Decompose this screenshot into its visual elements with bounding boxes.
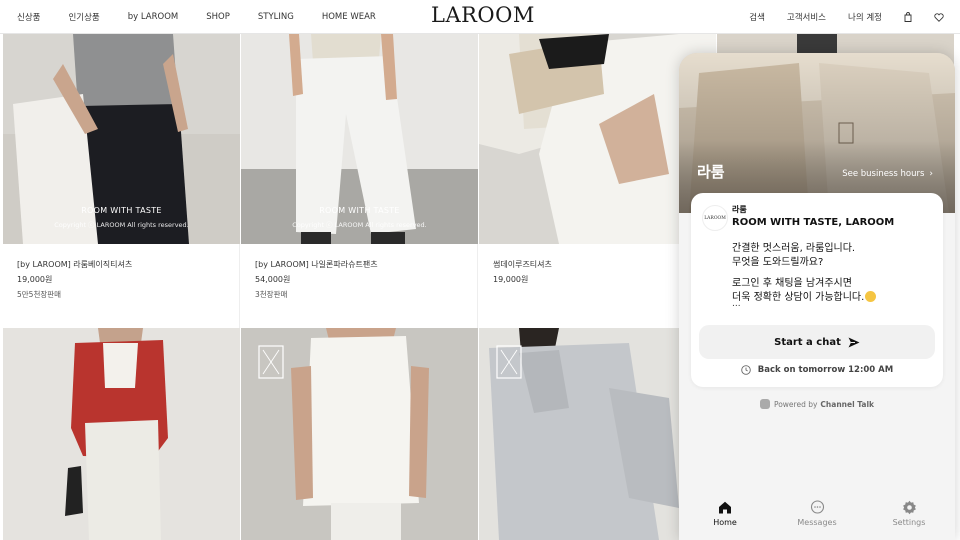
product-price: 19,000원 — [493, 275, 529, 284]
product-card[interactable] — [3, 328, 240, 540]
powered-by[interactable]: Powered by Channel Talk — [679, 399, 955, 409]
product-card[interactable] — [241, 328, 478, 540]
message-line: 로그인 후 채팅을 남겨주시면 — [732, 278, 852, 289]
channel-talk-logo-icon — [759, 399, 770, 409]
nav-search[interactable]: 검색 — [749, 11, 765, 23]
availability-notice: Back on tomorrow 12:00 AM — [691, 365, 943, 375]
watermark-title: ROOM WITH TASTE — [319, 206, 400, 215]
nav-customer-service[interactable]: 고객서비스 — [787, 11, 826, 23]
home-icon — [718, 499, 732, 515]
clock-icon — [741, 365, 751, 375]
message-line: 간결한 멋스러움, 라룸입니다. — [732, 243, 856, 254]
tab-settings[interactable]: Settings — [863, 499, 955, 540]
powered-brand: Channel Talk — [820, 399, 875, 409]
product-name[interactable]: [by LAROOM] 라룸베이직티셔츠 — [17, 259, 132, 270]
settings-icon — [902, 499, 917, 515]
message-line: 무엇을 도와드릴까요? — [732, 257, 824, 268]
nav-shop[interactable]: SHOP — [206, 12, 230, 22]
product-sold-count: 3천장판매 — [255, 290, 288, 299]
nav-by-laroom[interactable]: by LAROOM — [128, 12, 179, 22]
tab-messages[interactable]: Messages — [771, 499, 863, 540]
chevron-right-icon: › — [929, 169, 933, 179]
product-info: [by LAROOM] 라룸베이직티셔츠 19,000원 5만5천장판매 — [3, 244, 240, 328]
watermark-title: ROOM WITH TASTE — [81, 206, 162, 215]
product-name[interactable]: 썸데이루즈티셔츠 — [493, 259, 552, 270]
product-info: [by LAROOM] 나일론파라슈트팬츠 54,000원 3천장판매 — [241, 244, 478, 328]
message-line-with-emoji: 더욱 정확한 상담이 가능합니다. — [732, 288, 877, 303]
tab-label: Home — [713, 518, 737, 527]
business-hours-link[interactable]: See business hours › — [842, 169, 933, 179]
main-nav: 신상품 인기상품 by LAROOM SHOP STYLING HOME WEA… — [17, 0, 376, 34]
messages-icon — [810, 499, 825, 515]
bot-avatar: LAROOM — [702, 205, 728, 231]
product-photo[interactable]: ROOM WITH TASTE Copyright ⓒ LAROOM All r… — [241, 34, 478, 244]
message-sender: 라룸 — [732, 205, 747, 214]
chat-brand-name: 라룸 — [697, 163, 725, 181]
chat-tab-bar: Home Messages Settings — [679, 499, 955, 540]
product-price: 54,000원 — [255, 275, 291, 284]
powered-prefix: Powered by — [773, 399, 818, 409]
bag-icon[interactable] — [904, 12, 912, 22]
message-title: ROOM WITH TASTE, LAROOM — [732, 217, 895, 228]
chat-hero-image — [679, 53, 955, 213]
tab-home[interactable]: Home — [679, 499, 771, 540]
start-chat-button[interactable]: Start a chat — [699, 325, 935, 359]
utility-nav: 검색 고객서비스 나의 계정 — [749, 0, 944, 34]
nav-styling[interactable]: STYLING — [258, 12, 294, 22]
tab-label: Messages — [797, 518, 837, 527]
smile-emoji-icon — [865, 291, 877, 302]
site-header: 신상품 인기상품 by LAROOM SHOP STYLING HOME WEA… — [0, 0, 960, 34]
product-photo[interactable]: ROOM WITH TASTE Copyright ⓒ LAROOM All r… — [3, 34, 240, 244]
back-on-text: Back on tomorrow 12:00 AM — [757, 365, 894, 375]
watermark-copyright: Copyright ⓒ LAROOM All rights reserved. — [292, 221, 427, 229]
product-card[interactable]: ROOM WITH TASTE Copyright ⓒ LAROOM All r… — [241, 34, 478, 328]
start-chat-label: Start a chat — [774, 336, 841, 348]
product-photo[interactable] — [3, 328, 240, 540]
send-icon — [848, 337, 860, 347]
product-price: 19,000원 — [17, 275, 53, 284]
welcome-message-card: LAROOM 라룸 ROOM WITH TASTE, LAROOM 간결한 멋스… — [691, 193, 943, 387]
message-ellipsis: ... — [732, 299, 741, 309]
nav-my-account[interactable]: 나의 계정 — [848, 11, 882, 23]
nav-new-arrivals[interactable]: 신상품 — [17, 11, 40, 23]
tab-label: Settings — [892, 518, 926, 527]
nav-popular[interactable]: 인기상품 — [68, 11, 99, 23]
business-hours-label: See business hours — [842, 169, 925, 179]
site-logo[interactable]: LAROOM — [431, 3, 535, 27]
nav-home-wear[interactable]: HOME WEAR — [322, 12, 376, 22]
message-line: 더욱 정확한 상담이 가능합니다. — [732, 292, 865, 303]
product-card[interactable]: ROOM WITH TASTE Copyright ⓒ LAROOM All r… — [3, 34, 240, 328]
heart-icon[interactable] — [934, 12, 944, 22]
product-name[interactable]: [by LAROOM] 나일론파라슈트팬츠 — [255, 259, 378, 270]
product-sold-count: 5만5천장판매 — [17, 290, 62, 299]
product-photo[interactable] — [241, 328, 478, 540]
chat-widget: 라룸 See business hours › LAROOM 라룸 ROOM W… — [679, 53, 955, 540]
watermark-copyright: Copyright ⓒ LAROOM All rights reserved. — [54, 221, 189, 229]
